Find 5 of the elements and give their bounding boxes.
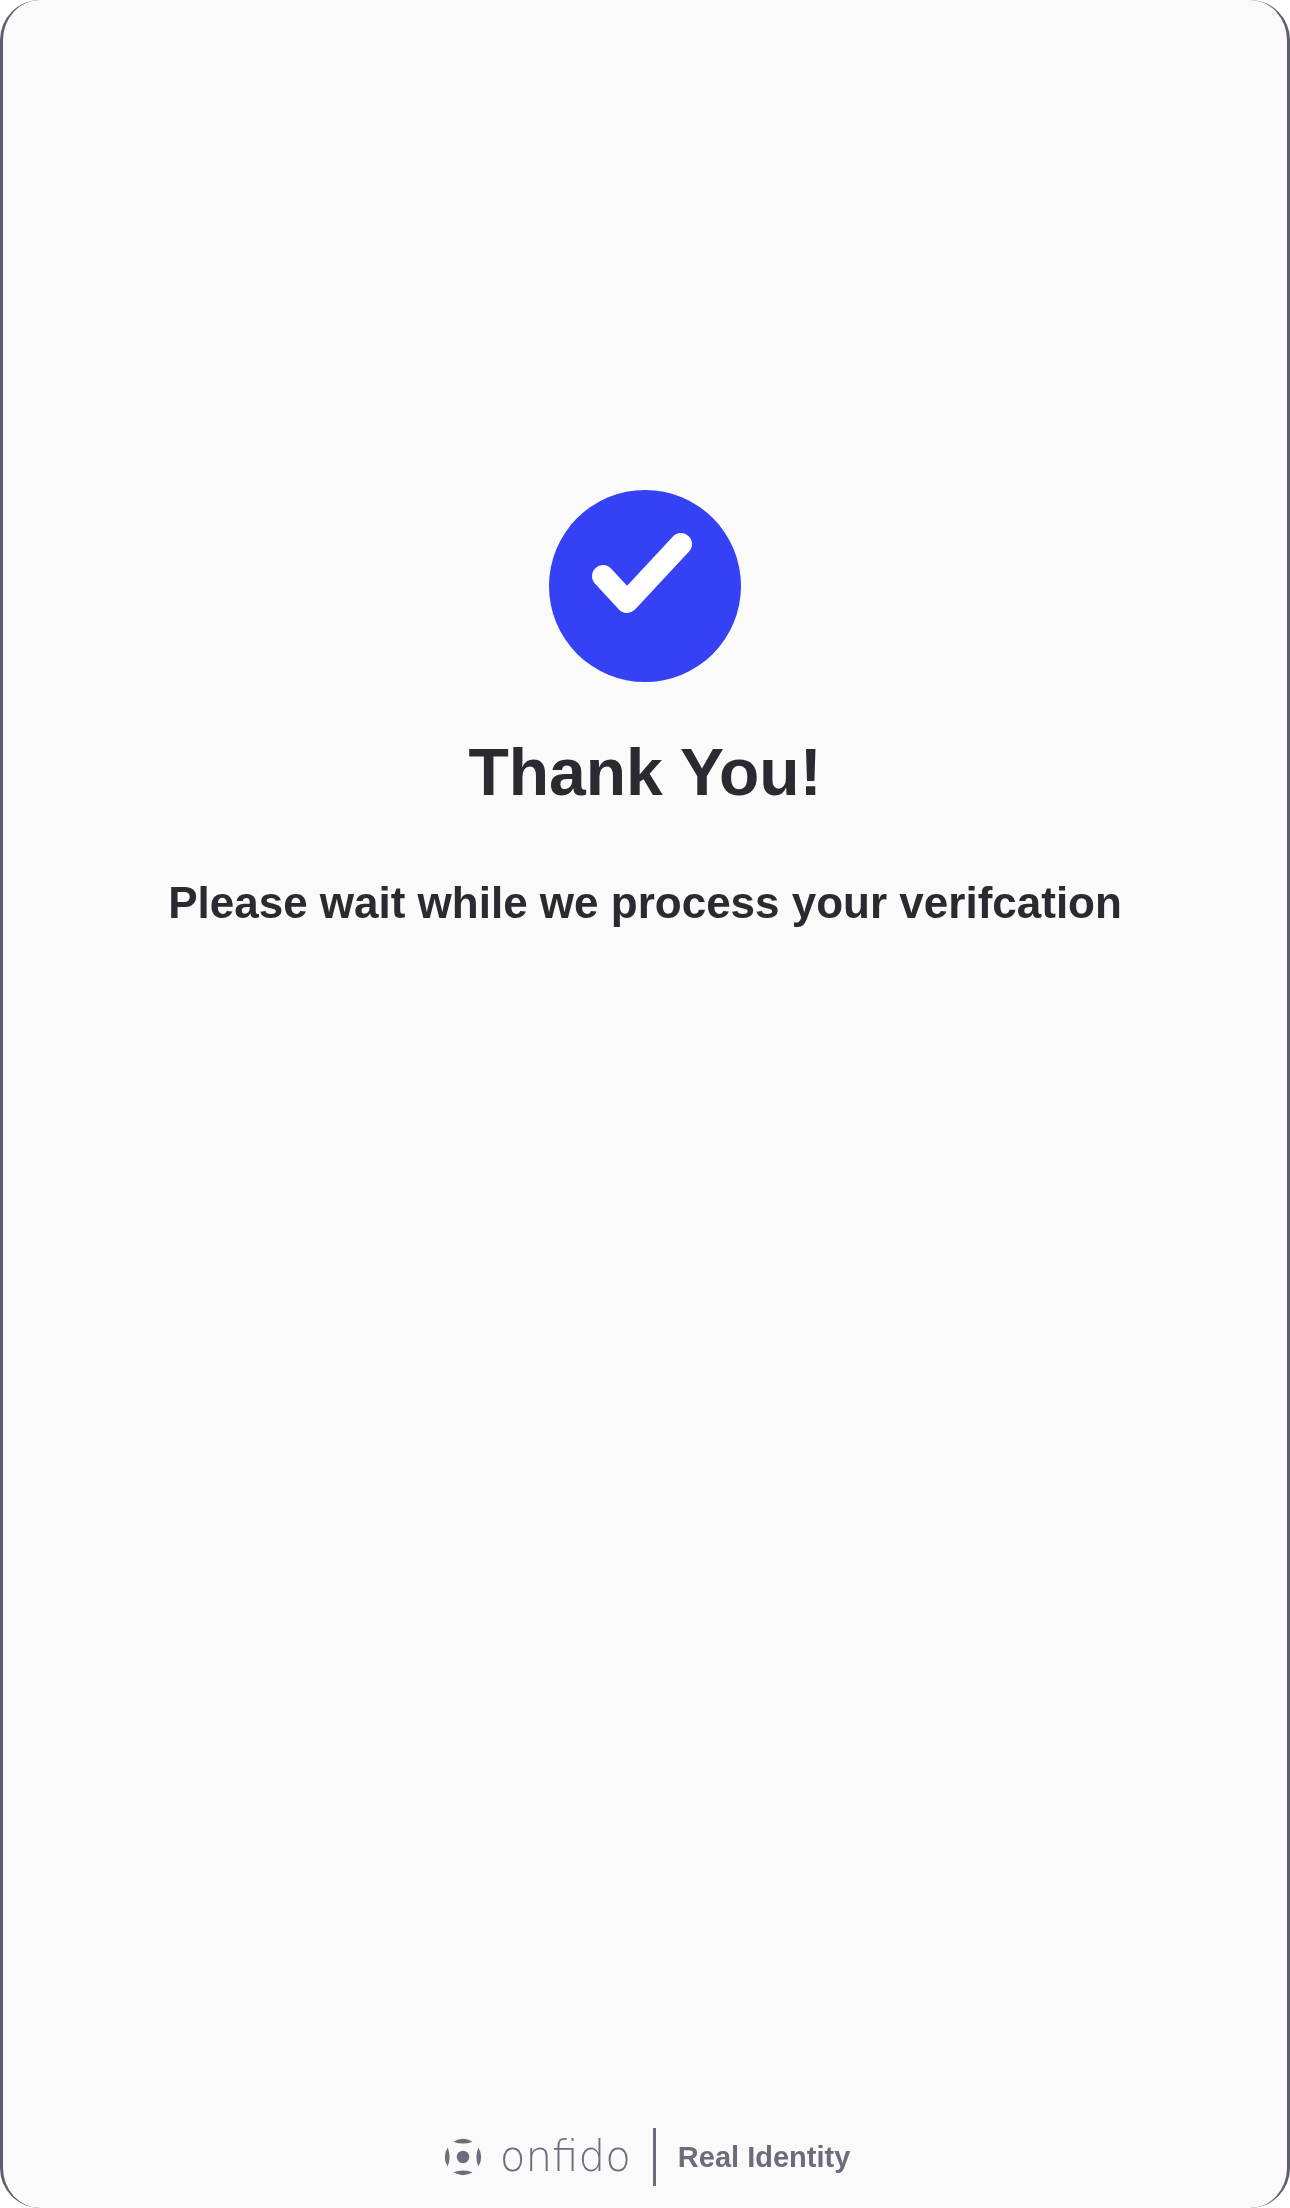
brand-name: onfido (499, 2131, 631, 2183)
message: Please wait while we process your verifcation (168, 877, 1122, 929)
title: Thank You! (468, 734, 822, 811)
check-circle-icon (549, 490, 741, 682)
tagline: Real Identity (677, 2140, 851, 2175)
